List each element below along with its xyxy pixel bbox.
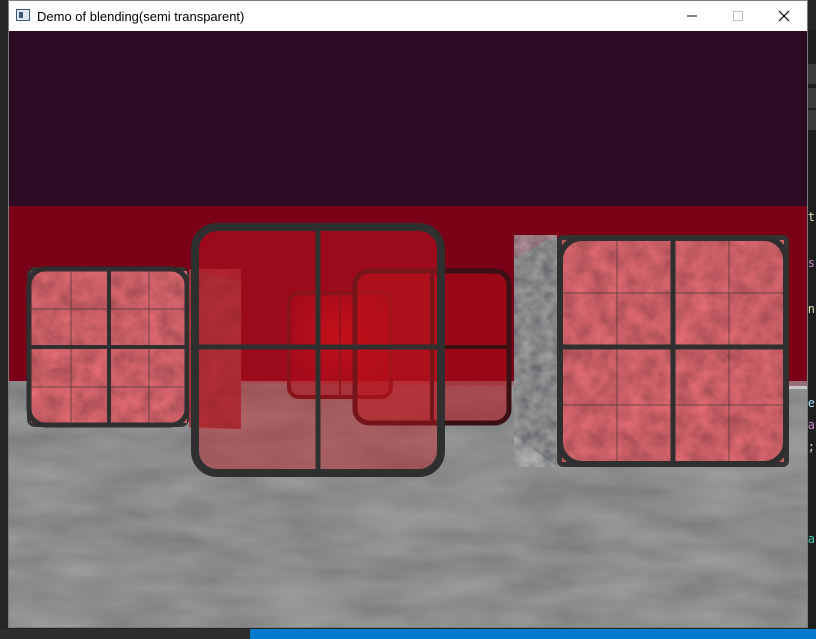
right-box <box>514 235 789 467</box>
background-editor-edge: t s n e a ; a <box>808 30 816 630</box>
close-icon <box>778 10 790 22</box>
editor-tab-edge <box>808 88 816 108</box>
editor-tab-edge <box>808 64 816 84</box>
title-bar[interactable]: Demo of blending(semi transparent) <box>9 1 807 31</box>
maximize-button[interactable] <box>715 1 761 31</box>
close-button[interactable] <box>761 1 807 31</box>
editor-glyph: ; <box>807 440 815 454</box>
editor-glyph: a <box>807 532 815 546</box>
window-title: Demo of blending(semi transparent) <box>37 9 245 24</box>
app-window-icon[interactable] <box>16 9 30 21</box>
editor-glyph: t <box>807 210 815 224</box>
editor-tab-edge <box>808 110 816 130</box>
app-window: Demo of blending(semi transparent) <box>8 0 808 628</box>
editor-glyph: n <box>807 302 815 316</box>
background-status-bar <box>0 629 816 639</box>
status-bar-accent <box>250 629 816 639</box>
front-glass-window <box>191 223 445 477</box>
scene-canvas <box>9 31 807 627</box>
editor-glyph: e <box>807 396 815 410</box>
editor-glyph: a <box>807 418 815 432</box>
minimize-icon <box>687 15 697 17</box>
render-viewport[interactable] <box>9 31 807 627</box>
minimize-button[interactable] <box>669 1 715 31</box>
editor-glyph: s <box>807 256 815 270</box>
maximize-icon <box>733 11 743 21</box>
